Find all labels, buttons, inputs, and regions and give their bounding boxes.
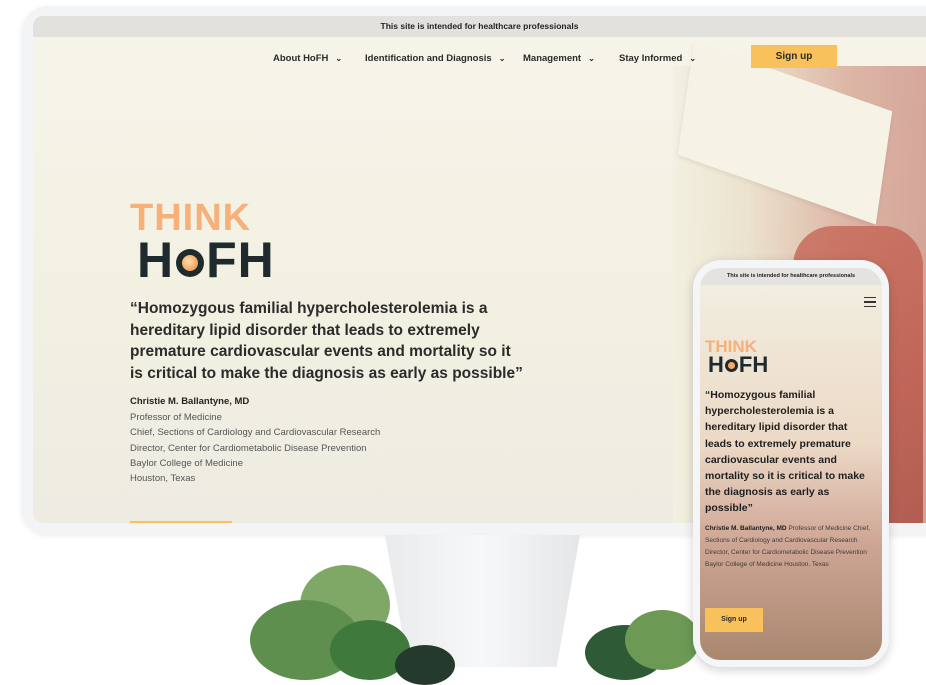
nav-stay-informed[interactable]: Stay Informed ⌄ (619, 53, 696, 64)
hcp-notice-bar: This site is intended for healthcare pro… (33, 16, 926, 37)
mobile-quote-author: Christie M. Ballantyne, MD (705, 525, 787, 532)
nav-about-hofh[interactable]: About HoFH ⌄ (273, 53, 342, 64)
nav-management[interactable]: Management ⌄ (523, 53, 595, 64)
author-credential: Director, Center for Cardiometabolic Dis… (130, 443, 367, 454)
bush-illustration (395, 645, 455, 685)
nav-label: Management (523, 53, 582, 64)
signup-button[interactable]: Sign up (751, 45, 837, 68)
mobile-hero-quote: “Homozygous familial hypercholesterolemi… (705, 389, 865, 515)
author-credential: Professor of Medicine (130, 412, 222, 423)
logo-o-icon (176, 249, 205, 277)
logo-letters-fh: FH (206, 232, 275, 288)
chevron-down-icon: ⌄ (588, 54, 595, 63)
logo-letters-fh: FH (738, 352, 769, 377)
mobile-logo-hofh: H FH (708, 354, 768, 376)
accent-underline (130, 521, 232, 523)
chevron-down-icon: ⌄ (498, 54, 506, 63)
author-credential: Baylor College of Medicine (130, 458, 244, 469)
chevron-down-icon: ⌄ (689, 54, 697, 63)
mobile-author-block: Christie M. Ballantyne, MD Professor of … (705, 523, 877, 571)
bush-illustration (625, 610, 700, 670)
chevron-down-icon: ⌄ (335, 54, 343, 63)
mobile-screen: This site is intended for healthcare pro… (700, 268, 882, 660)
mobile-hcp-notice-bar: This site is intended for healthcare pro… (700, 268, 882, 285)
mobile-signup-button[interactable]: Sign up (705, 608, 763, 632)
author-credential: Chief, Sections of Cardiology and Cardio… (130, 427, 381, 438)
quote-author: Christie M. Ballantyne, MD (130, 396, 250, 407)
nav-identification-diagnosis[interactable]: Identification and Diagnosis ⌄ (365, 53, 505, 64)
author-credential: Houston, Texas (130, 473, 196, 484)
logo-o-icon (724, 359, 738, 372)
nav-label: About HoFH (273, 53, 329, 64)
hamburger-menu-icon[interactable] (864, 297, 876, 308)
nav-label: Identification and Diagnosis (365, 53, 492, 64)
hero-quote: “Homozygous familial hypercholesterolemi… (130, 300, 523, 382)
nav-label: Stay Informed (619, 53, 683, 64)
logo-letter-h: H (137, 232, 175, 288)
logo-hofh: H FH (137, 235, 275, 285)
logo-letter-h: H (708, 352, 724, 377)
